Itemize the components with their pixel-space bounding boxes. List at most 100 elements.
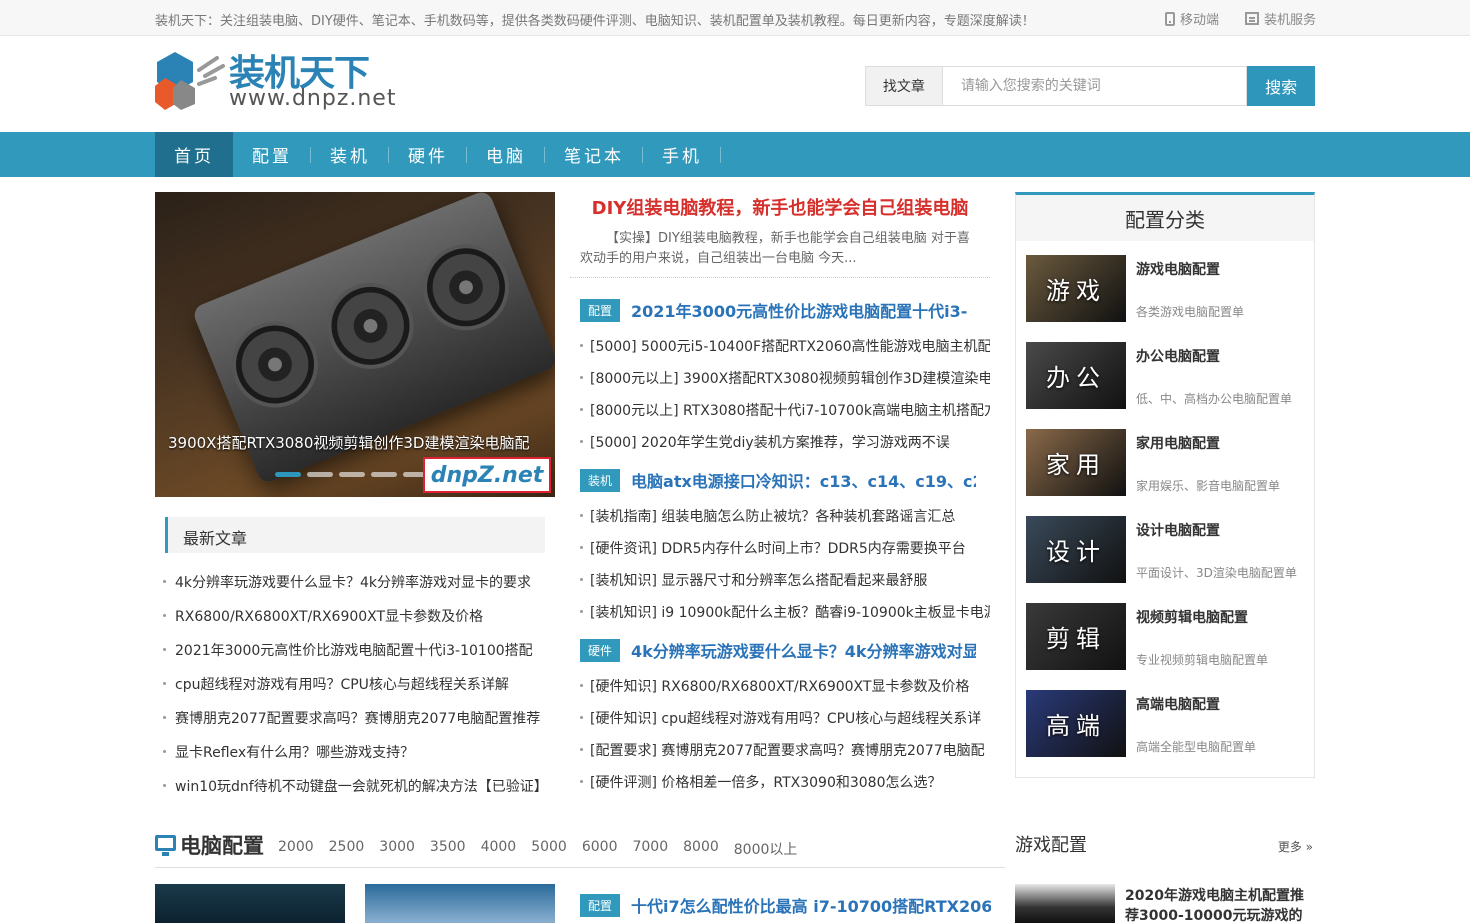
group-title[interactable]: 电脑atx电源接口冷知识：c13、c14、c19、c20 — [631, 468, 976, 492]
category-desc: 专业视频剪辑电脑配置单 — [1136, 653, 1269, 667]
list-item[interactable]: [装机知识] 显示器尺寸和分辨率怎么搭配看起来最舒服 — [580, 570, 990, 602]
search-bar: 找文章 搜索 — [865, 66, 1315, 106]
list-item[interactable]: 2021年3000元高性价比游戏电脑配置十代i3-10100搭配 — [163, 640, 548, 674]
category-thumb: 办公 — [1026, 342, 1126, 409]
slider-dot[interactable] — [275, 472, 301, 477]
site-logo[interactable]: 装机天下 www.dnpz.net — [155, 48, 395, 114]
nav-label: 硬件 — [408, 147, 448, 167]
list-item[interactable]: [配置要求] 赛博朋克2077配置要求高吗？赛博朋克2077电脑配 — [580, 740, 990, 772]
logo-url: www.dnpz.net — [229, 86, 397, 111]
category-thumb: 设计 — [1026, 516, 1126, 583]
price-link[interactable]: 2500 — [329, 839, 365, 859]
mobile-link[interactable]: 移动端 — [1165, 9, 1219, 28]
category-item-office[interactable]: 办公 办公电脑配置 低、中、高档办公电脑配置单 — [1026, 342, 1306, 410]
price-link[interactable]: 7000 — [632, 839, 668, 859]
category-item-home[interactable]: 家用 家用电脑配置 家用娱乐、影音电脑配置单 — [1026, 429, 1306, 497]
slide-caption[interactable]: 3900X搭配RTX3080视频剪辑创作3D建模渲染电脑配 — [168, 432, 530, 453]
price-link[interactable]: 8000 — [683, 839, 719, 859]
nav-item-home[interactable]: 首页 — [155, 132, 233, 177]
search-type-select[interactable]: 找文章 — [865, 66, 942, 106]
list-item[interactable]: 赛博朋克2077配置要求高吗？赛博朋克2077电脑配置推荐 — [163, 708, 548, 742]
config-category-panel: 配置分类 游戏 游戏电脑配置 各类游戏电脑配置单 办公 办公电脑配置 低、中、高… — [1015, 192, 1315, 778]
category-desc: 各类游戏电脑配置单 — [1136, 305, 1245, 319]
monitor-icon — [155, 835, 176, 856]
config-news-title[interactable]: 十代i7怎么配性价比最高 i7-10700搭配RTX2060中 — [631, 893, 991, 917]
latest-header: 最新文章 — [165, 517, 545, 553]
nav-item-build[interactable]: 装机 — [311, 132, 389, 177]
main-nav: 首页 配置 装机 硬件 电脑 笔记本 手机 — [0, 132, 1470, 177]
category-item-video[interactable]: 剪辑 视频剪辑电脑配置 专业视频剪辑电脑配置单 — [1026, 603, 1306, 671]
price-link[interactable]: 2000 — [278, 839, 314, 859]
category-tag[interactable]: 配置 — [580, 893, 621, 917]
list-item[interactable]: [硬件知识] cpu超线程对游戏有用吗？CPU核心与超线程关系详 — [580, 708, 990, 740]
list-item[interactable]: 4k分辨率玩游戏要什么显卡？4k分辨率游戏对显卡的要求 — [163, 572, 548, 606]
search-input[interactable] — [941, 66, 1248, 106]
price-link[interactable]: 8000以上 — [734, 839, 798, 859]
category-tag[interactable]: 配置 — [580, 298, 621, 322]
config-thumb-2[interactable] — [365, 884, 555, 923]
nav-label: 电脑 — [486, 147, 526, 167]
group-title[interactable]: 2021年3000元高性价比游戏电脑配置十代i3- — [631, 298, 976, 322]
nav-label: 首页 — [174, 147, 214, 167]
category-name: 设计电脑配置 — [1136, 523, 1220, 539]
nav-item-phone[interactable]: 手机 — [643, 132, 721, 177]
list-item[interactable]: win10玩dnf待机不动键盘一会就死机的解决方法【已验证】 — [163, 776, 548, 810]
nav-item-hardware[interactable]: 硬件 — [389, 132, 467, 177]
category-desc: 平面设计、3D渲染电脑配置单 — [1136, 566, 1297, 580]
list-item[interactable]: [硬件知识] RX6800/RX6800XT/RX6900XT显卡参数及价格 — [580, 676, 990, 708]
nav-item-pc[interactable]: 电脑 — [467, 132, 545, 177]
nav-item-config[interactable]: 配置 — [233, 132, 311, 177]
price-link[interactable]: 3000 — [379, 839, 415, 859]
list-item[interactable]: [8000元以上] 3900X搭配RTX3080视频剪辑创作3D建模渲染电 — [580, 368, 990, 400]
list-item[interactable]: [装机知识] i9 10900k配什么主板？酷睿i9-10900k主板显卡电源 — [580, 602, 990, 634]
category-thumb: 家用 — [1026, 429, 1126, 496]
price-link[interactable]: 3500 — [430, 839, 466, 859]
game-config-thumb — [1015, 884, 1115, 923]
list-item[interactable]: RX6800/RX6800XT/RX6900XT显卡参数及价格 — [163, 606, 548, 640]
price-link[interactable]: 4000 — [481, 839, 517, 859]
group-title[interactable]: 4k分辨率玩游戏要什么显卡？4k分辨率游戏对显 — [631, 638, 976, 662]
top-bar: 装机天下：关注组装电脑、DIY硬件、笔记本、手机数码等，提供各类数码硬件评测、电… — [0, 0, 1470, 36]
nav-label: 笔记本 — [564, 147, 624, 167]
slider-dots — [275, 472, 429, 477]
list-item[interactable]: [装机指南] 组装电脑怎么防止被坑？各种装机套路谣言汇总 — [580, 506, 990, 538]
slider-dot[interactable] — [339, 472, 365, 477]
list-item[interactable]: [5000] 2020年学生党diy装机方案推荐，学习游戏两不误 — [580, 432, 990, 464]
price-link[interactable]: 5000 — [531, 839, 567, 859]
category-item-highend[interactable]: 高端 高端电脑配置 高端全能型电脑配置单 — [1026, 690, 1306, 758]
nav-item-laptop[interactable]: 笔记本 — [545, 132, 643, 177]
category-name: 高端电脑配置 — [1136, 697, 1220, 713]
featured-slider[interactable]: 3900X搭配RTX3080视频剪辑创作3D建模渲染电脑配 dnpZ.net — [155, 192, 555, 497]
config-section-header: 电脑配置 2000 2500 3000 3500 4000 5000 6000 … — [155, 828, 1005, 868]
list-item[interactable]: 显卡Reflex有什么用？哪些游戏支持？ — [163, 742, 548, 776]
watermark-logo: dnpZ.net — [423, 457, 551, 493]
list-item[interactable]: [硬件资讯] DDR5内存什么时间上市？DDR5内存需要换平台 — [580, 538, 990, 570]
list-item[interactable]: cpu超线程对游戏有用吗？CPU核心与超线程关系详解 — [163, 674, 548, 708]
category-item-gaming[interactable]: 游戏 游戏电脑配置 各类游戏电脑配置单 — [1026, 255, 1306, 323]
search-button[interactable]: 搜索 — [1247, 66, 1315, 106]
list-item[interactable]: [5000] 5000元i5-10400F搭配RTX2060高性能游戏电脑主机配 — [580, 336, 990, 368]
category-name: 办公电脑配置 — [1136, 349, 1220, 365]
game-config-title: 2020年游戏电脑主机配置推荐3000-10000元玩游戏的电脑配 — [1125, 888, 1304, 923]
headline-article: DIY组装电脑教程，新手也能学会自己组装电脑 【实操】DIY组装电脑教程，新手也… — [570, 192, 990, 278]
logo-mark-icon — [155, 52, 225, 110]
slider-dot[interactable] — [371, 472, 397, 477]
category-tag[interactable]: 硬件 — [580, 638, 621, 662]
service-link[interactable]: 装机服务 — [1245, 9, 1316, 28]
list-item[interactable]: [硬件评测] 价格相差一倍多，RTX3090和3080怎么选？ — [580, 772, 990, 804]
more-label: 更多 — [1277, 840, 1302, 854]
price-link[interactable]: 6000 — [582, 839, 618, 859]
slider-dot[interactable] — [307, 472, 333, 477]
headline-title[interactable]: DIY组装电脑教程，新手也能学会自己组装电脑 — [570, 194, 990, 220]
list-item[interactable]: [8000元以上] RTX3080搭配十代i7-10700k高端电脑主机搭配方 — [580, 400, 990, 432]
config-thumb-1[interactable] — [155, 884, 345, 923]
category-tag[interactable]: 装机 — [580, 468, 621, 492]
category-item-design[interactable]: 设计 设计电脑配置 平面设计、3D渲染电脑配置单 — [1026, 516, 1306, 584]
game-section-title: 游戏配置 — [1015, 835, 1087, 856]
news-group-build: 装机 电脑atx电源接口冷知识：c13、c14、c19、c20 [装机指南] 组… — [580, 468, 990, 634]
category-thumb: 游戏 — [1026, 255, 1126, 322]
category-desc: 家用娱乐、影音电脑配置单 — [1136, 479, 1281, 493]
config-section-title[interactable]: 电脑配置 — [180, 830, 264, 860]
news-group-hardware: 硬件 4k分辨率玩游戏要什么显卡？4k分辨率游戏对显 [硬件知识] RX6800… — [580, 638, 990, 804]
more-link[interactable]: 更多 » — [1278, 838, 1313, 855]
